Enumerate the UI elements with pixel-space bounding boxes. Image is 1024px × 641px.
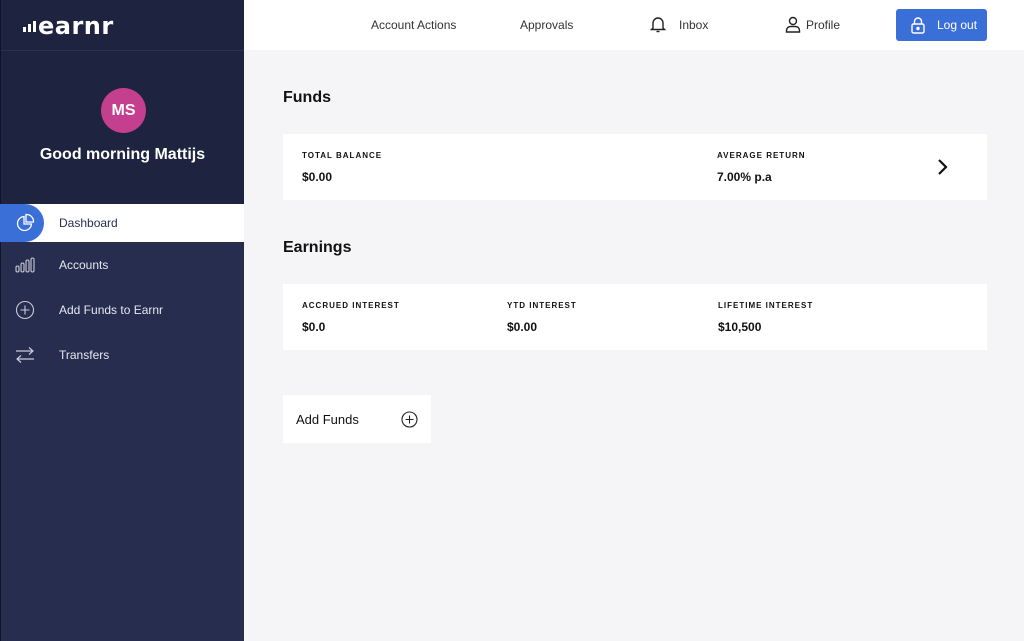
sidebar-item-add-funds[interactable]: Add Funds to Earnr <box>1 287 244 332</box>
logo-text: earnr <box>38 12 114 40</box>
plus-circle-icon <box>401 411 418 428</box>
ytd-interest-label: YTD INTEREST <box>507 301 577 310</box>
sidebar-nav: Dashboard Accounts Add Funds to Earnr Tr… <box>0 204 244 377</box>
bar-chart-icon <box>14 254 36 276</box>
funds-card[interactable]: TOTAL BALANCE $0.00 AVERAGE RETURN 7.00%… <box>283 134 987 200</box>
ytd-interest-value: $0.00 <box>507 320 538 334</box>
sidebar-item-accounts[interactable]: Accounts <box>1 242 244 287</box>
lifetime-interest-label: LIFETIME INTEREST <box>718 301 814 310</box>
logout-label: Log out <box>937 18 978 32</box>
pie-chart-icon <box>14 212 36 234</box>
approvals-link[interactable]: Approvals <box>520 18 573 32</box>
accrued-interest-value: $0.0 <box>302 320 326 334</box>
user-icon[interactable] <box>785 16 801 33</box>
earnings-title: Earnings <box>283 239 352 256</box>
sidebar-item-transfers[interactable]: Transfers <box>1 332 244 377</box>
total-balance-value: $0.00 <box>302 170 333 184</box>
sidebar: earnr MS Good morning Mattijs Dashboard <box>0 0 244 641</box>
account-actions-link[interactable]: Account Actions <box>371 18 456 32</box>
sidebar-item-label: Add Funds to Earnr <box>59 302 164 317</box>
logo-bars-icon <box>23 21 36 32</box>
plus-circle-icon <box>14 299 36 321</box>
lock-icon <box>910 17 926 34</box>
lifetime-interest-value: $10,500 <box>718 320 762 334</box>
sidebar-item-dashboard[interactable]: Dashboard <box>0 204 244 242</box>
average-return-value: 7.00% p.a <box>717 170 772 184</box>
sidebar-header: earnr MS Good morning Mattijs <box>1 0 244 204</box>
accrued-interest-label: ACCRUED INTEREST <box>302 301 400 310</box>
sidebar-item-label: Accounts <box>59 257 109 272</box>
sidebar-item-label: Transfers <box>59 347 110 362</box>
greeting-text: Good morning Mattijs <box>39 146 206 163</box>
funds-title: Funds <box>283 89 331 106</box>
sidebar-divider <box>1 50 244 51</box>
total-balance-label: TOTAL BALANCE <box>302 151 383 160</box>
earnr-logo[interactable]: earnr <box>23 12 114 38</box>
chevron-right-icon[interactable] <box>936 158 950 176</box>
average-return-label: AVERAGE RETURN <box>717 151 806 160</box>
top-header: Account Actions Approvals Inbox Profile … <box>244 0 1024 50</box>
sidebar-item-label: Dashboard <box>59 216 118 230</box>
add-funds-button[interactable]: Add Funds <box>283 395 431 443</box>
inbox-link[interactable]: Inbox <box>679 18 708 32</box>
bell-icon[interactable] <box>649 16 667 33</box>
transfer-arrows-icon <box>14 344 36 366</box>
earnings-card: ACCRUED INTEREST $0.0 YTD INTEREST $0.00… <box>283 284 987 350</box>
logout-button[interactable]: Log out <box>896 9 987 41</box>
avatar[interactable]: MS <box>101 88 146 133</box>
add-funds-label: Add Funds <box>296 412 359 427</box>
profile-link[interactable]: Profile <box>806 18 840 32</box>
